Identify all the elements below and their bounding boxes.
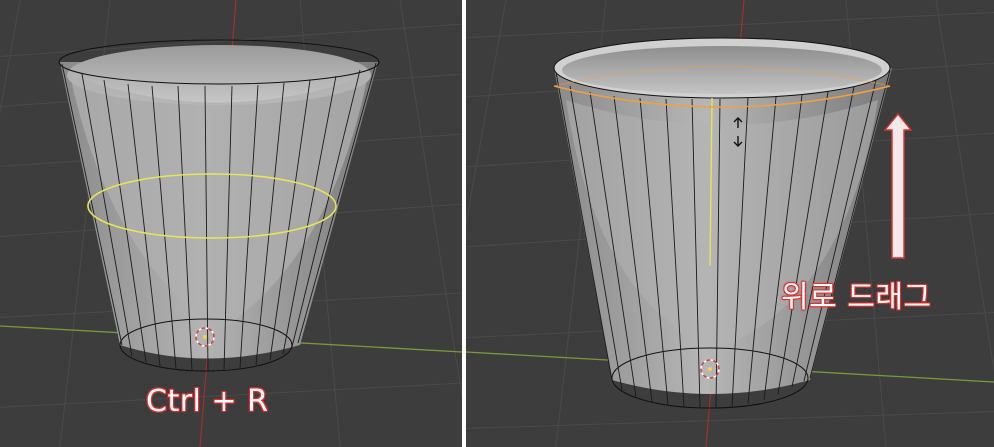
viewport-left-scene [0, 0, 462, 447]
viewport-right[interactable]: 위로 드래그 [466, 0, 994, 447]
viewport-right-scene [466, 0, 994, 447]
viewport-left[interactable]: Ctrl + R [0, 0, 462, 447]
shortcut-caption: Ctrl + R [146, 384, 269, 419]
cup-inner-rim [562, 46, 882, 94]
drag-caption: 위로 드래그 [781, 280, 932, 315]
up-arrow-icon [883, 112, 913, 259]
